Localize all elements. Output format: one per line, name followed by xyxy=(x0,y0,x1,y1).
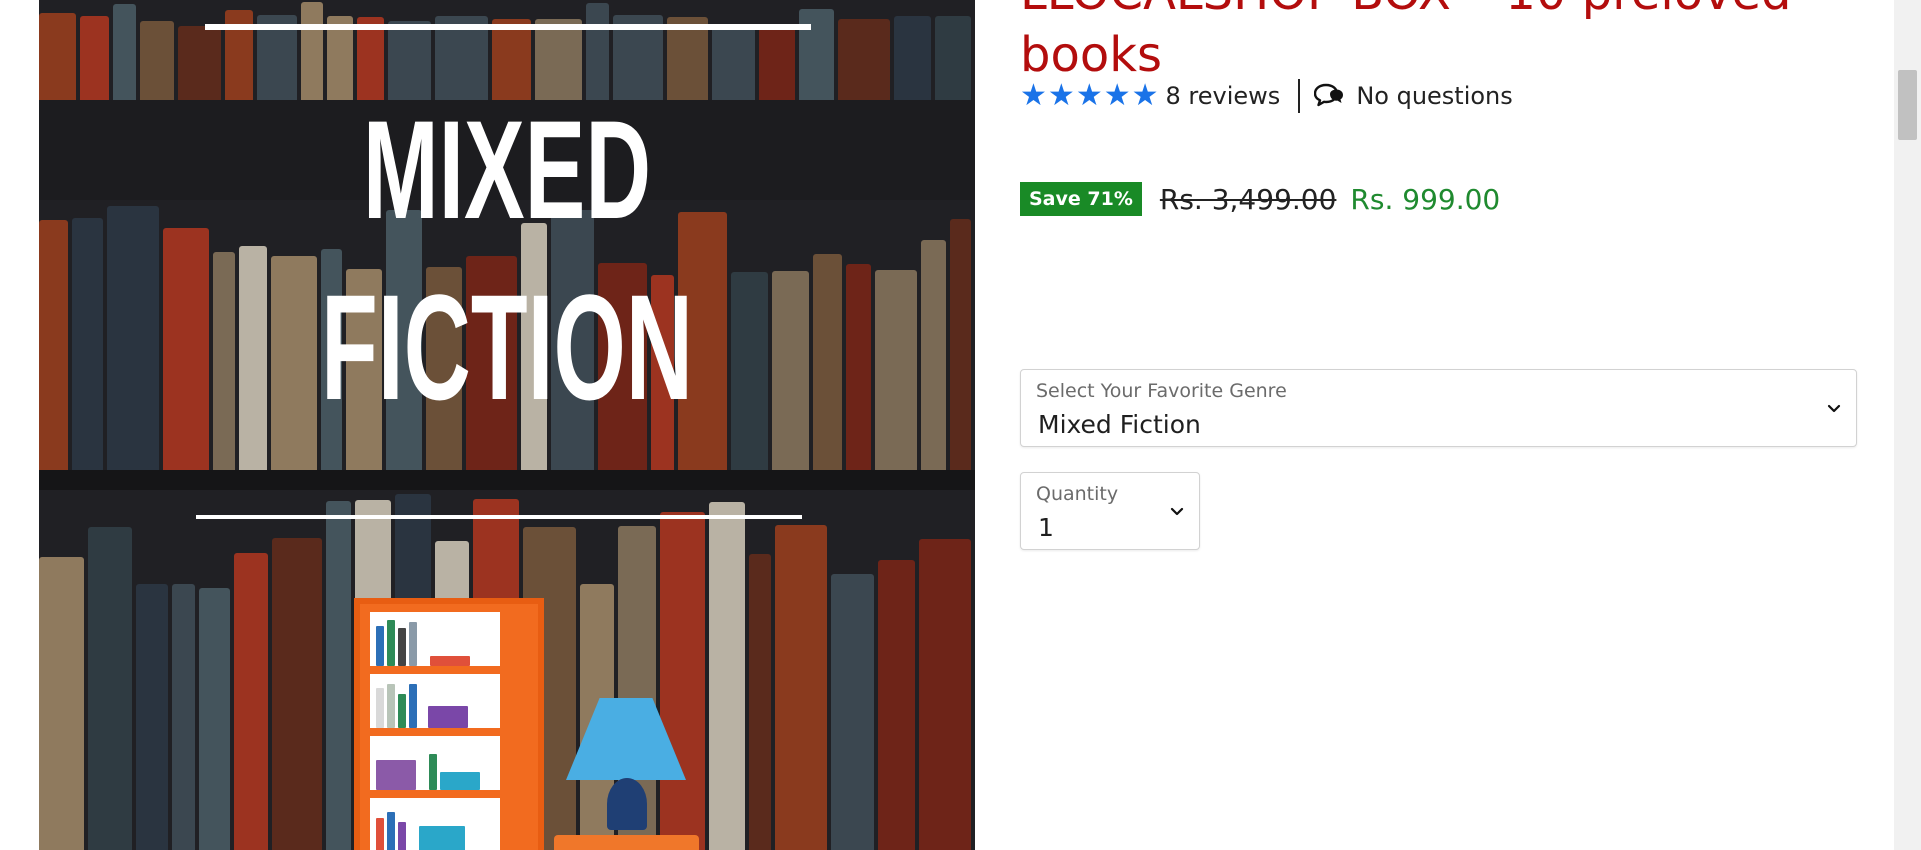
book-spine xyxy=(837,19,891,100)
book-spine xyxy=(949,219,971,470)
compare-at-price: Rs. 3,499.00 xyxy=(1159,182,1337,216)
quantity-select[interactable]: Quantity 1 xyxy=(1020,472,1200,550)
book-spine xyxy=(272,538,323,850)
book-spine xyxy=(326,501,351,850)
page-scrollbar[interactable] xyxy=(1894,0,1921,850)
quantity-select-label: Quantity xyxy=(1036,483,1119,505)
book-spine xyxy=(921,240,946,470)
rating-row: ★ ★ ★ ★ ★ 8 reviews No questions xyxy=(1020,78,1513,114)
book-spine xyxy=(878,560,916,850)
chevron-down-icon xyxy=(1170,507,1184,516)
book-spine xyxy=(79,16,110,100)
book-spine xyxy=(113,4,137,100)
star-icon: ★ xyxy=(1131,78,1159,113)
price-row: Save 71% Rs. 3,499.00 Rs. 999.00 xyxy=(1020,182,1500,216)
questions-label: No questions xyxy=(1356,82,1513,110)
quantity-select-value: 1 xyxy=(1038,513,1054,542)
book-spine xyxy=(919,539,971,850)
chat-bubbles-icon xyxy=(1314,83,1344,107)
book-spine xyxy=(39,220,69,470)
hero-title-line1: MIXED xyxy=(362,91,652,248)
star-icon: ★ xyxy=(1075,78,1103,113)
product-title: LLOCALSHOP BOX – 10 preloved books xyxy=(1020,0,1792,83)
book-spine xyxy=(301,2,324,100)
book-spine xyxy=(585,3,609,100)
book-spine xyxy=(845,264,872,470)
book-spine xyxy=(712,25,755,100)
genre-select[interactable]: Select Your Favorite Genre Mixed Fiction xyxy=(1020,369,1857,447)
book-spine xyxy=(135,584,169,850)
genre-select-value: Mixed Fiction xyxy=(1038,410,1201,439)
book-spine xyxy=(660,512,706,850)
reviews-link[interactable]: 8 reviews xyxy=(1166,82,1281,110)
star-rating[interactable]: ★ ★ ★ ★ ★ xyxy=(1020,81,1160,111)
bookcase-shelf xyxy=(370,612,500,666)
book-spine xyxy=(875,270,918,470)
book-spine xyxy=(709,502,745,850)
book-spine xyxy=(233,553,269,850)
book-spine xyxy=(748,554,771,850)
bookcase-illustration xyxy=(354,598,544,850)
book-spine xyxy=(163,228,210,470)
bookcase-shelf xyxy=(370,674,500,728)
sale-price: Rs. 999.00 xyxy=(1350,182,1501,216)
chevron-down-icon xyxy=(1827,404,1841,413)
hero-bottom-rule xyxy=(196,515,802,519)
book-spine xyxy=(106,206,160,470)
book-spine xyxy=(935,16,972,100)
book-spine xyxy=(758,26,795,100)
book-spine xyxy=(798,9,834,100)
hero-top-rule xyxy=(205,24,811,30)
star-icon: ★ xyxy=(1020,78,1047,113)
book-spine xyxy=(199,588,230,850)
book-spine xyxy=(831,574,875,850)
book-spine xyxy=(534,19,582,100)
book-spine xyxy=(492,19,531,100)
star-icon: ★ xyxy=(1047,78,1075,113)
save-badge: Save 71% xyxy=(1020,182,1142,216)
book-spine xyxy=(39,13,76,100)
lamp-base xyxy=(607,778,647,830)
star-icon: ★ xyxy=(1103,78,1131,113)
hero-title-line2: FICTION xyxy=(321,263,693,431)
book-spine xyxy=(72,218,103,470)
divider xyxy=(1298,79,1301,113)
book-spine xyxy=(387,21,431,100)
side-table xyxy=(554,835,699,850)
book-spine xyxy=(172,584,196,850)
book-spine xyxy=(774,525,828,850)
book-spine xyxy=(87,527,132,850)
bookcase-shelf xyxy=(370,798,500,850)
book-spine xyxy=(39,557,84,850)
bookcase-shelf xyxy=(370,736,500,790)
book-spine xyxy=(178,26,222,100)
book-spine xyxy=(140,21,175,100)
book-spine xyxy=(894,16,932,100)
scrollbar-thumb[interactable] xyxy=(1898,70,1917,140)
questions-link[interactable]: No questions xyxy=(1314,82,1513,110)
genre-select-label: Select Your Favorite Genre xyxy=(1036,380,1287,402)
product-image[interactable]: MIXED FICTION xyxy=(39,0,975,850)
book-spine xyxy=(813,254,842,470)
